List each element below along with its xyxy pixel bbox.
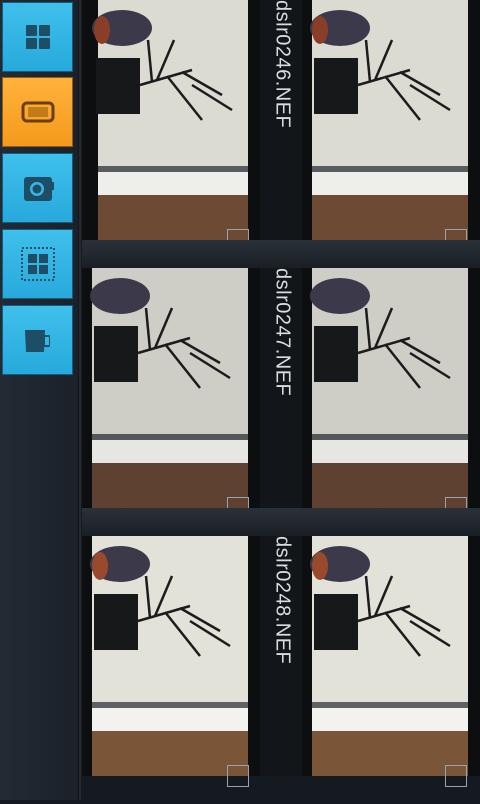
single-view-button[interactable] [2, 77, 73, 147]
grid-view-button[interactable] [2, 2, 73, 72]
grid-icon [25, 25, 50, 49]
phone-frame-icon [21, 101, 54, 123]
filename-label: dslr0247.NEF [262, 268, 302, 508]
list-item[interactable]: dslr0248.NEF [82, 536, 480, 804]
photo-thumbnail[interactable] [302, 536, 480, 776]
photo-thumbnail[interactable] [82, 268, 260, 508]
delete-button[interactable] [2, 305, 73, 375]
select-checkbox[interactable] [445, 765, 467, 787]
photo-thumbnail[interactable] [302, 268, 480, 508]
select-grid-icon [20, 247, 55, 281]
trash-icon [24, 330, 50, 352]
photo-thumbnail[interactable] [302, 0, 480, 240]
photo-thumbnail[interactable] [82, 536, 260, 776]
filename-label: dslr0248.NEF [262, 536, 302, 776]
gallery: dslr0246.NEF dslr0247.NEF dslr0248.NEF [82, 0, 480, 800]
photo-thumbnail[interactable] [82, 0, 260, 240]
row-separator [82, 240, 480, 268]
list-item[interactable]: dslr0246.NEF [82, 0, 480, 268]
row-separator [82, 508, 480, 536]
filename-label: dslr0246.NEF [262, 0, 302, 240]
camera-button[interactable] [2, 153, 73, 223]
filename-text: dslr0247.NEF [271, 268, 294, 397]
select-all-button[interactable] [2, 229, 73, 299]
filename-text: dslr0246.NEF [271, 0, 294, 129]
camera-icon [23, 177, 54, 201]
filename-text: dslr0248.NEF [271, 536, 294, 665]
sidebar-toolbar [0, 0, 78, 800]
list-item[interactable]: dslr0247.NEF [82, 268, 480, 536]
select-checkbox[interactable] [227, 765, 249, 787]
